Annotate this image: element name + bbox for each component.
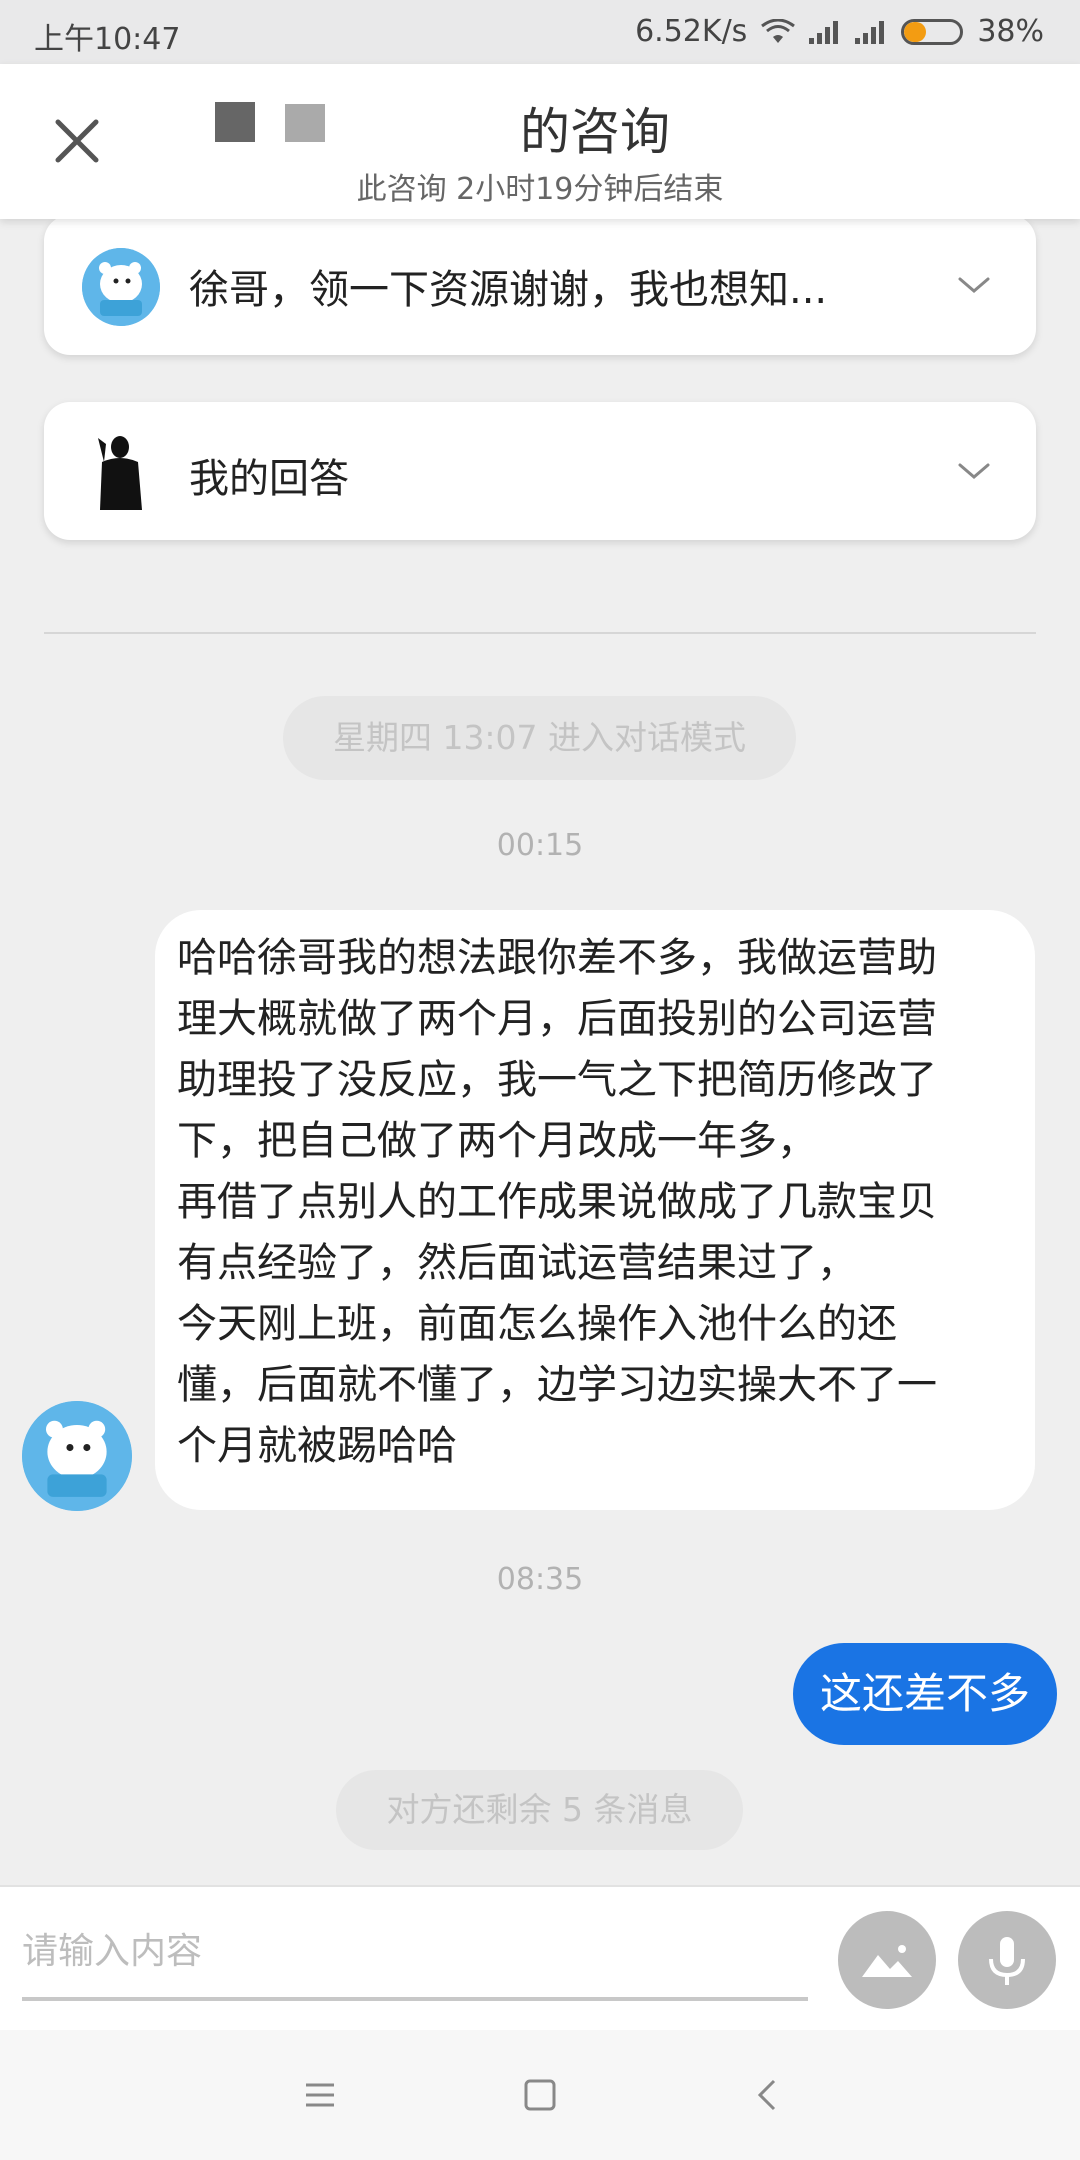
input-bar: 请输入内容	[0, 1885, 1080, 2032]
home-icon[interactable]	[520, 2075, 560, 2115]
battery-icon	[901, 18, 964, 45]
message-line: 助理投了没反应，我一气之下把简历修改了	[177, 1057, 937, 1103]
status-right: 6.52K/s 38%	[635, 14, 1044, 49]
divider	[44, 632, 1036, 634]
mode-notice: 星期四 13:07 进入对话模式	[283, 696, 796, 780]
countdown-subtitle: 此咨询 2小时19分钟后结束	[356, 172, 724, 207]
silhouette-avatar-icon	[98, 436, 142, 510]
bear-avatar-icon	[22, 1401, 132, 1511]
signal-icon-2	[855, 20, 885, 44]
question-preview: 徐哥，领一下资源谢谢，我也想知...	[189, 267, 828, 313]
outgoing-message-bubble[interactable]: 这还差不多	[793, 1643, 1057, 1745]
message-line: 今天刚上班，前面怎么操作入池什么的还	[177, 1301, 897, 1347]
wifi-icon	[761, 18, 796, 43]
avatar	[82, 248, 160, 326]
battery-percent: 38%	[977, 14, 1044, 49]
back-icon[interactable]	[748, 2075, 788, 2115]
my-answer-card[interactable]: 我的回答	[44, 402, 1036, 540]
timestamp: 00:15	[496, 828, 584, 863]
signal-icon	[809, 20, 839, 44]
my-answer-label: 我的回答	[189, 456, 349, 502]
consultation-header: 的咨询 此咨询 2小时19分钟后结束	[0, 64, 1080, 219]
image-button[interactable]	[838, 1911, 936, 2009]
microphone-icon	[989, 1937, 1025, 1985]
status-time: 上午10:47	[34, 22, 181, 57]
sender-avatar[interactable]	[22, 1401, 132, 1511]
redaction-block	[285, 104, 325, 142]
message-input[interactable]: 请输入内容	[22, 1907, 808, 2001]
bear-avatar-icon	[82, 248, 160, 326]
remaining-messages-notice: 对方还剩余 5 条消息	[336, 1770, 743, 1850]
image-icon	[862, 1945, 912, 1977]
network-speed: 6.52K/s	[635, 14, 748, 49]
message-line: 哈哈徐哥我的想法跟你差不多，我做运营助	[177, 935, 937, 981]
message-line: 懂，后面就不懂了，边学习边实操大不了一	[177, 1362, 937, 1408]
message-line: 再借了点别人的工作成果说做成了几款宝贝	[177, 1179, 937, 1225]
redaction-block	[215, 102, 255, 142]
menu-icon[interactable]	[300, 2075, 340, 2115]
timestamp: 08:35	[496, 1562, 584, 1597]
message-line: 有点经验了，然后面试运营结果过了，	[177, 1240, 857, 1286]
status-bar: 上午10:47 6.52K/s 38%	[0, 0, 1080, 64]
message-line: 理大概就做了两个月，后面投别的公司运营	[177, 996, 937, 1042]
system-nav-bar	[0, 2030, 1080, 2160]
incoming-message-bubble[interactable]: 哈哈徐哥我的想法跟你差不多，我做运营助 理大概就做了两个月，后面投别的公司运营 …	[155, 910, 1035, 1510]
message-line: 下，把自己做了两个月改成一年多，	[177, 1118, 817, 1164]
message-line: 个月就被踢哈哈	[177, 1423, 457, 1469]
chevron-down-icon[interactable]	[956, 267, 992, 303]
voice-button[interactable]	[958, 1911, 1056, 2009]
page-title: 的咨询	[520, 103, 670, 161]
question-card[interactable]: 徐哥，领一下资源谢谢，我也想知...	[44, 215, 1036, 355]
battery-fill	[904, 21, 926, 42]
chevron-down-icon[interactable]	[956, 453, 992, 489]
